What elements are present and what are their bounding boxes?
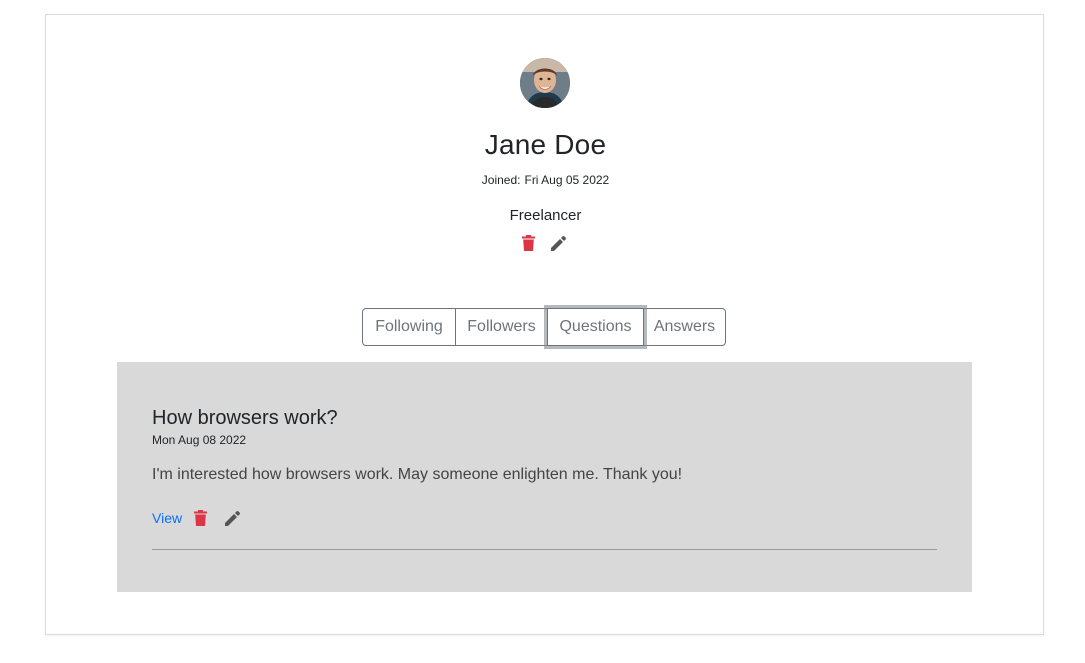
profile-name: Jane Doe [484, 129, 607, 160]
profile-tabs: Following Followers Questions Answers [362, 308, 726, 346]
avatar-photo [520, 58, 570, 108]
joined-date: Joined: Fri Aug 05 2022 [46, 173, 1045, 187]
tab-questions[interactable]: Questions [547, 308, 644, 346]
delete-profile-button[interactable] [518, 232, 538, 254]
tab-followers[interactable]: Followers [455, 308, 548, 346]
pencil-icon [224, 510, 240, 526]
questions-panel: How browsers work? Mon Aug 08 2022 I'm i… [117, 362, 972, 592]
edit-profile-button[interactable] [548, 232, 568, 254]
question-title: How browsers work? [152, 407, 338, 429]
pencil-icon [550, 235, 566, 251]
profile-card: Jane Doe Joined: Fri Aug 05 2022 Freelanc… [45, 14, 1044, 635]
trash-icon [193, 510, 207, 526]
delete-question-button[interactable] [190, 507, 210, 529]
question-actions: View [152, 506, 242, 530]
joined-label: Joined: [481, 173, 521, 187]
profile-occupation: Freelancer [509, 207, 582, 224]
question-body: I'm interested how browsers work. May so… [152, 466, 683, 483]
profile-actions [518, 232, 568, 254]
trash-icon [521, 235, 535, 251]
view-question-link[interactable]: View [152, 510, 182, 526]
edit-question-button[interactable] [222, 507, 242, 529]
tab-following[interactable]: Following [362, 308, 456, 346]
question-date: Mon Aug 08 2022 [152, 433, 247, 447]
avatar [520, 58, 570, 108]
tab-answers[interactable]: Answers [643, 308, 726, 346]
joined-date-value: Fri Aug 05 2022 [524, 173, 610, 187]
question-divider [152, 549, 937, 550]
